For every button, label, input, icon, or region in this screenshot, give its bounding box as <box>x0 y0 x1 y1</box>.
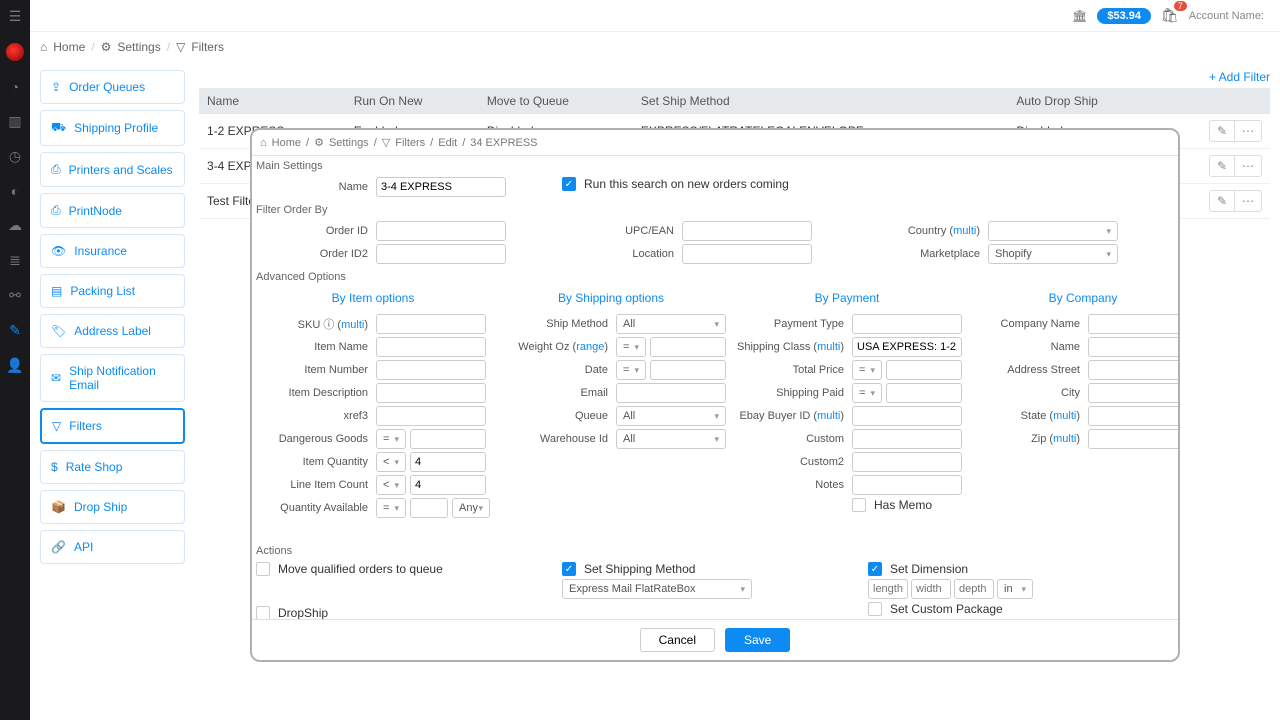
sku-input[interactable] <box>376 314 486 334</box>
sidemenu-printnode[interactable]: ⎙PrintNode <box>40 193 185 228</box>
linecount-input[interactable] <box>410 475 486 495</box>
crumb-home[interactable]: Home <box>53 40 85 54</box>
item-number-input[interactable] <box>376 360 486 380</box>
settings-sidemenu: ⇪Order Queues ⛟Shipping Profile ⎙Printers … <box>40 70 185 564</box>
qtyavail-op[interactable]: =▾ <box>376 498 406 518</box>
item-name-input[interactable] <box>376 337 486 357</box>
sidemenu-drop-ship[interactable]: 📦Drop Ship <box>40 490 185 524</box>
qty-op[interactable]: <▾ <box>376 452 406 472</box>
filter-name-input[interactable] <box>376 177 506 197</box>
edit-icon[interactable]: ✎ <box>1210 191 1235 211</box>
home-icon: ⌂ <box>260 137 267 149</box>
country-select[interactable]: ▾ <box>988 221 1118 241</box>
location-input[interactable] <box>682 244 812 264</box>
sidemenu-printers-and-scales[interactable]: ⎙Printers and Scales <box>40 152 185 187</box>
cart-badge: 7 <box>1174 1 1187 11</box>
upc-input[interactable] <box>682 221 812 241</box>
more-icon[interactable]: ⋯ <box>1235 156 1261 176</box>
order-id-input[interactable] <box>376 221 506 241</box>
account-name[interactable]: Account Name: <box>1189 10 1264 22</box>
link-icon[interactable]: ⚯ <box>9 287 21 304</box>
filter-icon: ▽ <box>176 40 185 54</box>
gear-icon: ⚙ <box>101 40 112 54</box>
cancel-button[interactable]: Cancel <box>640 628 715 652</box>
set-dim-checkbox[interactable]: ✓ <box>868 562 882 576</box>
move-queue-checkbox[interactable] <box>256 562 270 576</box>
marketplace-select[interactable]: Shopify▾ <box>988 244 1118 264</box>
edit-filter-modal: ⌂Home /⚙Settings /▽Filters /Edit /34 EXP… <box>250 128 1180 662</box>
clock-icon[interactable]: ◷ <box>9 148 21 165</box>
barcode-icon[interactable]: ▥ <box>8 113 21 130</box>
dashboard-icon[interactable]: ◔ <box>11 79 19 95</box>
custom-pkg-checkbox[interactable] <box>868 602 882 616</box>
list-icon[interactable]: ≣ <box>9 252 21 269</box>
left-rail: ☰ ◔ ▥ ◷ ◐ ☁ ≣ ⚯ ✎ 👤 <box>0 0 30 720</box>
user-icon[interactable]: 👤 <box>6 357 23 374</box>
save-button[interactable]: Save <box>725 628 790 652</box>
edit-icon[interactable]: ✎ <box>1210 121 1235 141</box>
sidemenu-shipping-profile[interactable]: ⛟Shipping Profile <box>40 110 185 146</box>
run-on-new-checkbox[interactable]: ✓ <box>562 177 576 191</box>
sidemenu-rate-shop[interactable]: $Rate Shop <box>40 450 185 484</box>
sidemenu-filters[interactable]: ▽Filters <box>40 408 185 444</box>
settings-rail-icon[interactable]: ✎ <box>9 322 21 339</box>
modal-breadcrumb: ⌂Home /⚙Settings /▽Filters /Edit /34 EXP… <box>252 130 1178 155</box>
set-ship-checkbox[interactable]: ✓ <box>562 562 576 576</box>
sidemenu-ship-notification-email[interactable]: ✉Ship Notification Email <box>40 354 185 402</box>
cart-icon[interactable]: 🛍7 <box>1161 7 1179 24</box>
order-id2-input[interactable] <box>376 244 506 264</box>
cloud-icon[interactable]: ☁ <box>8 217 22 234</box>
sidemenu-api[interactable]: 🔗API <box>40 530 185 564</box>
item-desc-input[interactable] <box>376 383 486 403</box>
sidemenu-packing-list[interactable]: ▤Packing List <box>40 274 185 308</box>
sidemenu-address-label[interactable]: 🏷Address Label <box>40 314 185 348</box>
bank-icon[interactable]: 🏛 <box>1072 9 1087 23</box>
crumb-settings[interactable]: Settings <box>117 40 160 54</box>
balance-badge[interactable]: $53.94 <box>1097 8 1151 24</box>
dropship-checkbox[interactable] <box>256 606 270 619</box>
topbar: 🏛 $53.94 🛍7 Account Name: <box>30 0 1280 32</box>
more-icon[interactable]: ⋯ <box>1235 121 1261 141</box>
sidemenu-insurance[interactable]: 👁Insurance <box>40 234 185 268</box>
breadcrumb: ⌂ Home / ⚙ Settings / ▽ Filters <box>30 32 1280 62</box>
xref3-input[interactable] <box>376 406 486 426</box>
sidemenu-order-queues[interactable]: ⇪Order Queues <box>40 70 185 104</box>
section-main: Main Settings <box>256 156 1174 174</box>
ship-method-select[interactable]: All▾ <box>616 314 726 334</box>
edit-icon[interactable]: ✎ <box>1210 156 1235 176</box>
qty-input[interactable] <box>410 452 486 472</box>
more-icon[interactable]: ⋯ <box>1235 191 1261 211</box>
dangerous-op[interactable]: =▾ <box>376 429 406 449</box>
section-advanced: Advanced Options <box>256 267 1174 285</box>
add-filter-link[interactable]: + Add Filter <box>199 70 1270 84</box>
crumb-filters[interactable]: Filters <box>191 40 224 54</box>
section-filterby: Filter Order By <box>256 200 1174 218</box>
linecount-op[interactable]: <▾ <box>376 475 406 495</box>
section-actions: Actions <box>256 541 1174 559</box>
app-logo[interactable] <box>6 43 24 61</box>
ship-method-value[interactable]: Express Mail FlatRateBox▾ <box>562 579 752 599</box>
menu-icon[interactable]: ☰ <box>9 8 22 25</box>
gauge-icon[interactable]: ◐ <box>11 183 19 199</box>
has-memo-checkbox[interactable] <box>852 498 866 512</box>
home-icon: ⌂ <box>40 40 47 54</box>
shipclass-input[interactable] <box>852 337 962 357</box>
